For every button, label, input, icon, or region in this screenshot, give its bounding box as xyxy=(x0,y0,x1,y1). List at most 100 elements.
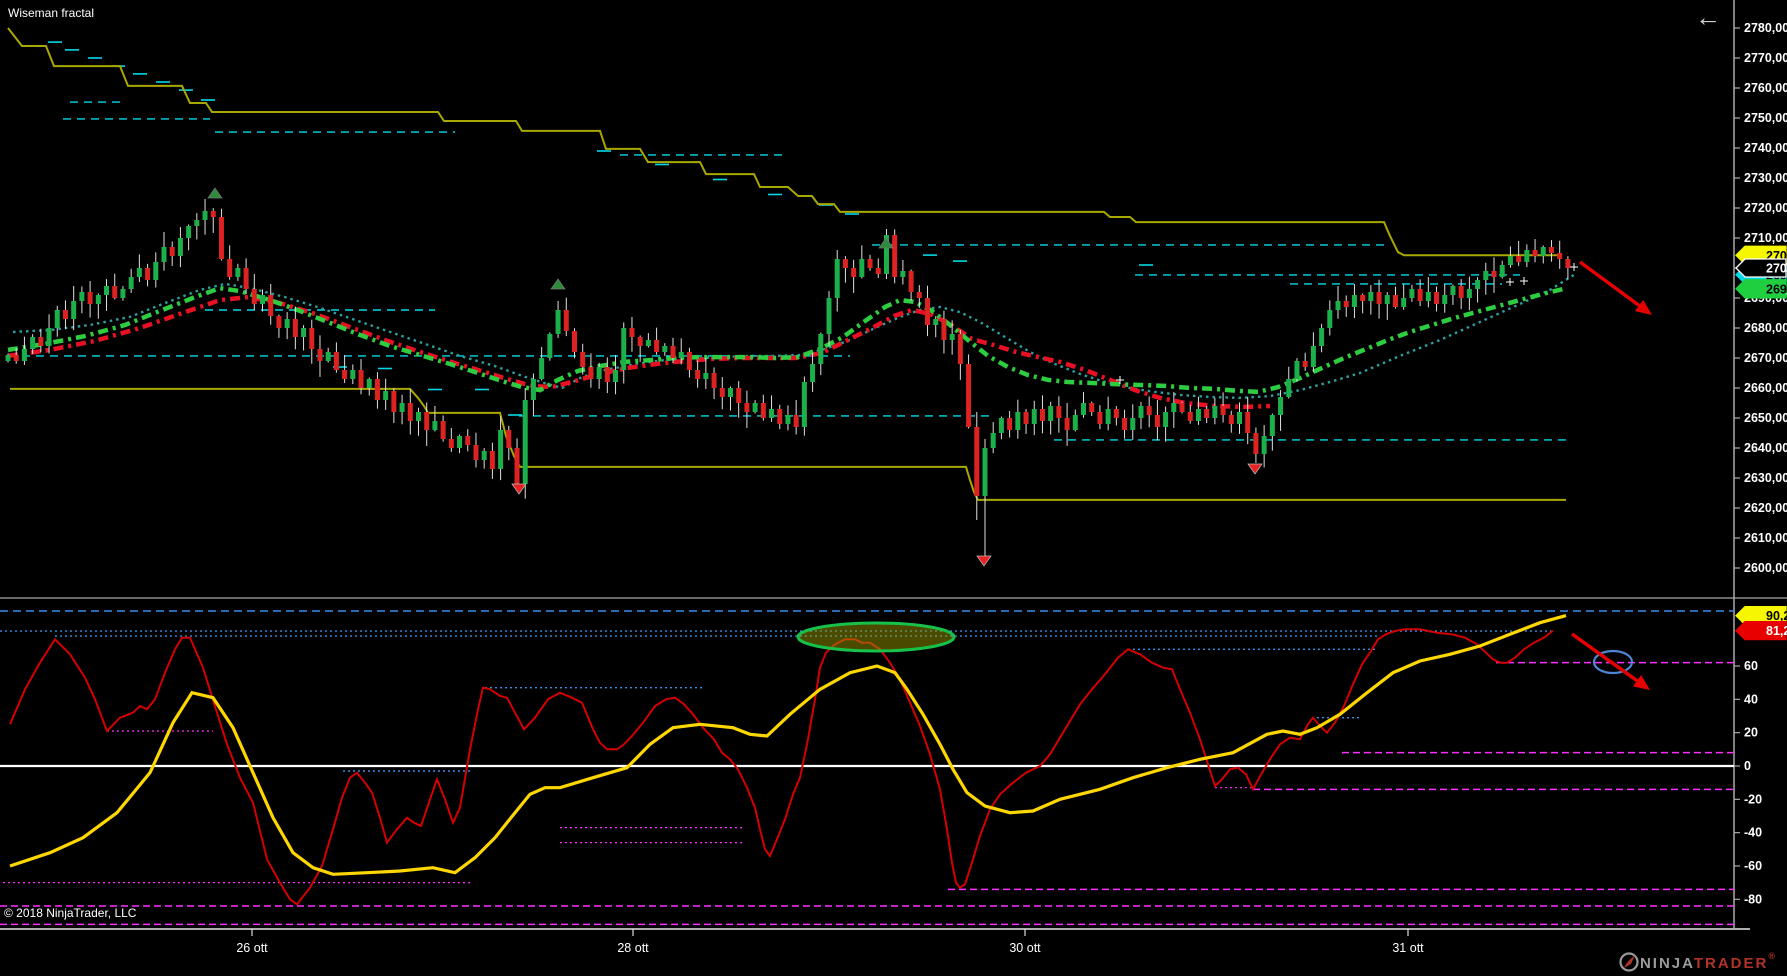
candle-down xyxy=(1007,418,1013,430)
candle-down xyxy=(1122,418,1128,430)
candle-up xyxy=(990,433,996,448)
svg-text:2700,00: 2700,00 xyxy=(1766,262,1787,276)
candle-up xyxy=(95,295,101,304)
candle-up xyxy=(350,370,356,379)
candle-up xyxy=(662,346,668,352)
candle-up xyxy=(555,310,561,334)
candle-down xyxy=(1343,301,1349,307)
ninjatrader-logo: NINJATRADER® xyxy=(1618,951,1777,973)
candle-up xyxy=(1442,295,1448,304)
candle-up xyxy=(1286,379,1292,397)
candle-down xyxy=(292,319,298,337)
candle-down xyxy=(1228,415,1234,424)
candle-down xyxy=(974,427,980,496)
candle-up xyxy=(284,319,290,328)
candle-down xyxy=(916,292,922,298)
candle-up xyxy=(1319,328,1325,346)
candle-up xyxy=(1278,397,1284,415)
candle-down xyxy=(736,388,742,403)
candle-up xyxy=(1138,406,1144,418)
candle-down xyxy=(629,328,635,337)
candle-down xyxy=(227,259,233,277)
candle-up xyxy=(785,415,791,424)
candle-down xyxy=(276,316,282,328)
candle-down xyxy=(875,268,881,274)
candle-down xyxy=(1557,253,1563,259)
candle-up xyxy=(1507,256,1513,265)
candle-up xyxy=(613,370,619,382)
candle-up xyxy=(301,328,307,337)
candle-up xyxy=(498,430,504,469)
price-tick-label: 2680,00 xyxy=(1744,321,1787,335)
candle-up xyxy=(1105,409,1111,424)
candle-down xyxy=(1056,406,1062,418)
candle-down xyxy=(218,217,224,259)
price-tick-label: 2730,00 xyxy=(1744,171,1787,185)
candle-up xyxy=(128,277,134,289)
candle-down xyxy=(842,259,848,268)
candle-up xyxy=(202,211,208,220)
candle-up xyxy=(21,349,27,361)
candle-down xyxy=(251,289,257,304)
osc-tick-label: 0 xyxy=(1744,759,1751,773)
candle-up xyxy=(1425,292,1431,301)
candle-up xyxy=(703,373,709,379)
candle-down xyxy=(1491,271,1497,277)
candle-down xyxy=(711,373,717,388)
osc-tick-label: -20 xyxy=(1744,792,1762,806)
candle-up xyxy=(383,391,389,400)
candle-up xyxy=(949,334,955,340)
candle-down xyxy=(317,349,323,361)
candle-down xyxy=(1204,409,1210,418)
price-tick-label: 2600,00 xyxy=(1744,561,1787,575)
candle-down xyxy=(957,334,963,364)
candle-down xyxy=(87,292,93,304)
candle-down xyxy=(1113,409,1119,418)
candle-up xyxy=(539,358,545,379)
candle-up xyxy=(1351,295,1357,307)
price-chart-canvas[interactable]: 2780,00 2770,00 2760,00 2750,00 2740,00 2730,… xyxy=(0,0,1787,976)
candle-down xyxy=(1089,403,1095,412)
logo-text-trader: TRADER xyxy=(1693,955,1769,972)
green-highlight-ellipse[interactable] xyxy=(796,621,956,653)
candle-up xyxy=(900,271,906,277)
candle-up xyxy=(1130,418,1136,430)
candle-up xyxy=(30,337,36,349)
osc-tick-label: 40 xyxy=(1744,692,1758,706)
candle-down xyxy=(1253,433,1259,454)
candle-up xyxy=(998,418,1004,433)
price-tick-label: 2750,00 xyxy=(1744,111,1787,125)
candle-up xyxy=(621,328,627,370)
price-tick-label: 2620,00 xyxy=(1744,501,1787,515)
candle-down xyxy=(1417,289,1423,301)
date-label: 31 ott xyxy=(1392,941,1424,955)
candle-up xyxy=(1384,295,1390,304)
candle-down xyxy=(1516,256,1522,262)
candle-up xyxy=(1237,412,1242,424)
candle-up xyxy=(769,409,775,418)
osc-tick-label: 60 xyxy=(1744,659,1758,673)
candle-up xyxy=(1524,250,1530,262)
price-tick-label: 2770,00 xyxy=(1744,51,1787,65)
candle-up xyxy=(859,259,865,277)
candle-up xyxy=(120,289,126,298)
candle-up xyxy=(1475,280,1481,289)
candle-down xyxy=(588,367,594,379)
candle-down xyxy=(309,328,315,349)
candle-down xyxy=(358,370,364,388)
candle-up xyxy=(79,292,85,301)
candle-up xyxy=(547,334,553,358)
osc-red-tag: 81,22 xyxy=(1735,620,1787,641)
candle-up xyxy=(136,268,142,277)
candle-up xyxy=(1171,403,1177,412)
back-arrow-icon[interactable]: ← xyxy=(1695,2,1721,32)
candle-down xyxy=(514,448,520,484)
back-arrow-glyph[interactable]: ← xyxy=(1695,2,1721,32)
candle-down xyxy=(210,211,216,217)
date-label: 26 ott xyxy=(236,941,268,955)
ninjatrader-logo-icon xyxy=(1619,952,1639,972)
candle-down xyxy=(1023,412,1029,424)
candle-up xyxy=(153,262,159,280)
candle-down xyxy=(473,445,479,460)
candle-down xyxy=(867,259,873,268)
